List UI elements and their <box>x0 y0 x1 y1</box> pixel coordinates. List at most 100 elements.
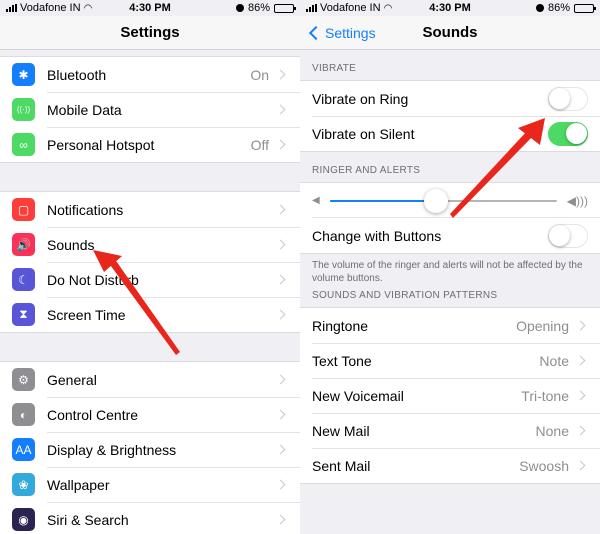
row-label: Sounds <box>47 236 95 253</box>
row-value: Note <box>539 352 569 369</box>
page-title: Sounds <box>422 24 478 41</box>
status-bar: Vodafone IN ◠ 4:30 PM 86% <box>0 0 300 16</box>
change-with-buttons-row: Change with Buttons <box>300 218 600 253</box>
row-label: Ringtone <box>312 317 369 334</box>
battery-icon <box>574 3 596 13</box>
vibrate-on-silent-row: Vibrate on Silent <box>300 116 600 151</box>
row-label: Screen Time <box>47 306 126 323</box>
patterns-group: Ringtone Opening Text Tone Note New Voic… <box>300 307 600 484</box>
settings-item-do-not-disturb[interactable]: ☾ Do Not Disturb <box>0 262 300 297</box>
section-header-vibrate: VIBRATE <box>312 63 357 74</box>
chevron-right-icon <box>275 374 286 385</box>
speaker-icon: 🔊 <box>12 233 35 256</box>
settings-group: ▢ Notifications 🔊 Sounds ☾ Do Not Disturb ⧗ Scr… <box>0 191 300 333</box>
change-with-buttons-toggle[interactable] <box>548 223 588 248</box>
row-label: Vibrate on Silent <box>312 125 415 142</box>
row-label: Notifications <box>47 201 124 218</box>
row-label: New Mail <box>312 422 370 439</box>
back-button[interactable]: Settings <box>308 16 376 50</box>
chevron-right-icon <box>275 479 286 490</box>
sounds-screen: Vodafone IN ◠ 4:30 PM 86% Settings Sound… <box>300 0 600 534</box>
chevron-right-icon <box>575 460 586 471</box>
row-label: Control Centre <box>47 406 139 423</box>
chevron-right-icon <box>575 355 586 366</box>
clock: 4:30 PM <box>129 2 171 14</box>
settings-item-sounds[interactable]: 🔊 Sounds <box>0 227 300 262</box>
settings-item-notifications[interactable]: ▢ Notifications <box>0 192 300 227</box>
battery-icon <box>274 3 296 13</box>
settings-item-personal-hotspot[interactable]: ∞ Personal Hotspot Off <box>0 127 300 162</box>
chevron-right-icon <box>275 139 286 150</box>
pattern-item-new-mail[interactable]: New Mail None <box>300 413 600 448</box>
antenna-icon: ((·)) <box>12 98 35 121</box>
settings-item-display-brightness[interactable]: AA Display & Brightness <box>0 432 300 467</box>
settings-item-siri-search[interactable]: ◉ Siri & Search <box>0 502 300 534</box>
gear-icon: ⚙ <box>12 368 35 391</box>
settings-screen: Vodafone IN ◠ 4:30 PM 86% Settings ✱ Blue… <box>0 0 300 534</box>
ringer-volume-slider[interactable] <box>329 188 557 213</box>
ringer-footer-text: The volume of the ringer and alerts will… <box>312 260 583 284</box>
chevron-right-icon <box>275 239 286 250</box>
chevron-right-icon <box>575 390 586 401</box>
settings-item-general[interactable]: ⚙ General <box>0 362 300 397</box>
settings-item-bluetooth[interactable]: ✱ Bluetooth On <box>0 57 300 92</box>
row-label: Bluetooth <box>47 66 107 83</box>
vibrate-on-ring-row: Vibrate on Ring <box>300 81 600 116</box>
vibrate-group: Vibrate on Ring Vibrate on Silent <box>300 80 600 152</box>
settings-list: ✱ Bluetooth On ((·)) Mobile Data ∞ Personal Ho… <box>0 50 300 534</box>
settings-item-screen-time[interactable]: ⧗ Screen Time <box>0 297 300 332</box>
row-label: Mobile Data <box>47 101 122 118</box>
row-label: Vibrate on Ring <box>312 90 409 107</box>
row-value: On <box>250 66 269 83</box>
row-label: Do Not Disturb <box>47 271 139 288</box>
settings-item-wallpaper[interactable]: ❀ Wallpaper <box>0 467 300 502</box>
settings-item-mobile-data[interactable]: ((·)) Mobile Data <box>0 92 300 127</box>
pattern-item-sent-mail[interactable]: Sent Mail Swoosh <box>300 448 600 483</box>
vibrate-on-ring-toggle[interactable] <box>548 86 588 111</box>
section-header-patterns: SOUNDS AND VIBRATION PATTERNS <box>312 290 498 301</box>
row-label: General <box>47 371 97 388</box>
ringer-group: ◀ ◀))) Change with Buttons <box>300 182 600 254</box>
vibrate-on-silent-toggle[interactable] <box>548 121 588 146</box>
bluetooth-icon: ✱ <box>12 63 35 86</box>
status-bar: Vodafone IN ◠ 4:30 PM 86% <box>300 0 600 16</box>
toggle-knob <box>549 87 570 109</box>
row-label: Text Tone <box>312 352 372 369</box>
volume-high-icon: ◀))) <box>566 193 588 208</box>
nav-bar: Settings Sounds <box>300 16 600 50</box>
chevron-left-icon <box>308 25 324 41</box>
row-value: Swoosh <box>519 457 569 474</box>
slider-track-fill <box>329 199 437 202</box>
row-label: Sent Mail <box>312 457 371 474</box>
hotspot-icon: ∞ <box>12 133 35 156</box>
chevron-right-icon <box>275 204 286 215</box>
pattern-item-ringtone[interactable]: Ringtone Opening <box>300 308 600 343</box>
settings-group: ✱ Bluetooth On ((·)) Mobile Data ∞ Personal Ho… <box>0 56 300 163</box>
settings-item-control-centre[interactable]: ◐ Control Centre <box>0 397 300 432</box>
row-label: Siri & Search <box>47 511 129 528</box>
slider-thumb[interactable] <box>424 188 449 213</box>
text-size-icon: AA <box>12 438 35 461</box>
row-label: Change with Buttons <box>312 227 442 244</box>
chevron-right-icon <box>275 274 286 285</box>
toggles-icon: ◐ <box>12 403 35 426</box>
volume-low-icon: ◀ <box>312 195 320 206</box>
page-title: Settings <box>120 24 180 41</box>
row-value: Off <box>250 136 269 153</box>
chevron-right-icon <box>275 104 286 115</box>
row-label: Personal Hotspot <box>47 136 155 153</box>
row-label: Display & Brightness <box>47 441 177 458</box>
nav-bar: Settings <box>0 16 300 50</box>
siri-icon: ◉ <box>12 508 35 531</box>
pattern-item-text-tone[interactable]: Text Tone Note <box>300 343 600 378</box>
row-value: Tri-tone <box>521 387 569 404</box>
chevron-right-icon <box>275 514 286 525</box>
clock: 4:30 PM <box>429 2 471 14</box>
row-label: Wallpaper <box>47 476 110 493</box>
section-header-ringer: RINGER AND ALERTS <box>312 165 421 176</box>
pattern-item-new-voicemail[interactable]: New Voicemail Tri-tone <box>300 378 600 413</box>
toggle-knob <box>549 224 570 246</box>
ringer-volume-row: ◀ ◀))) <box>300 183 600 218</box>
